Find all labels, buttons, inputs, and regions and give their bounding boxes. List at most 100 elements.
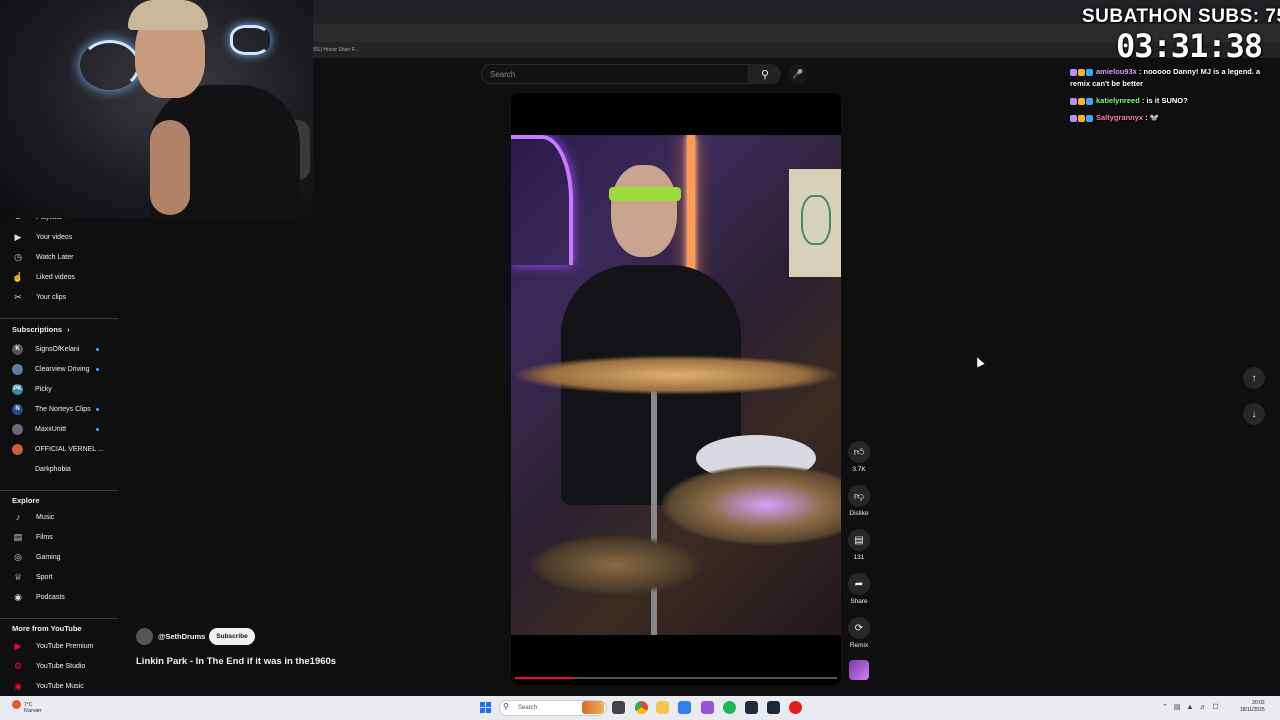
subscribe-button[interactable]: Subscribe	[209, 628, 255, 645]
dislike-button[interactable]: 👎︎ Dislike	[844, 485, 874, 517]
subscription-item[interactable]: N The Norteys Clips	[0, 399, 118, 419]
thumbs-up-icon: ☝	[12, 271, 24, 282]
dislike-label: Dislike	[849, 510, 869, 517]
scissors-icon: ✂	[14, 291, 22, 302]
chat-badge-icon	[1086, 97, 1093, 105]
weather-icon[interactable]	[12, 700, 21, 709]
subscriptions-heading-label: Subscriptions	[12, 325, 63, 334]
video-frame	[511, 135, 841, 635]
like-button[interactable]: 👍︎ 3.7K	[844, 441, 874, 473]
chat-badge-icon	[1078, 97, 1085, 105]
file-explorer-icon[interactable]	[656, 701, 669, 714]
channel-name[interactable]: @SethDrums	[158, 632, 205, 641]
magnifier-icon: ⚲	[503, 702, 509, 711]
new-content-dot	[96, 347, 99, 351]
ride-cymbal	[661, 465, 841, 545]
youtube-music-icon: ◉	[14, 680, 22, 691]
previous-short-button[interactable]: ↑	[1243, 367, 1265, 389]
shorts-video-player[interactable]	[511, 93, 841, 685]
subscription-name: SignsOfKelani	[35, 345, 80, 353]
channel-avatar: N	[12, 403, 23, 415]
system-tray[interactable]: ⌃▤▲♬☐	[1162, 703, 1225, 711]
sidebar-item-label: YouTube Premium	[36, 642, 94, 650]
bookmark-item[interactable]: 301) Honor Short F...	[312, 47, 358, 53]
task-view-icon[interactable]	[612, 701, 625, 714]
chat-badge-icon	[1086, 114, 1093, 122]
channel-avatar	[12, 363, 23, 375]
subscription-item[interactable]: Clearview Driving	[0, 359, 118, 379]
sound-thumbnail[interactable]	[849, 660, 869, 680]
chrome-icon[interactable]	[635, 701, 648, 714]
sidebar-item-your-clips[interactable]: ✂ Your clips	[0, 287, 118, 307]
neon-sign	[80, 40, 140, 90]
sidebar-item-podcasts[interactable]: ◉ Podcasts	[0, 587, 118, 607]
new-content-dot	[96, 427, 99, 431]
sidebar-item-youtube-music[interactable]: ◉ YouTube Music	[0, 676, 118, 696]
drummer-headband	[609, 187, 681, 201]
steam-icon[interactable]	[767, 701, 780, 714]
channel-avatar: PK	[12, 383, 23, 395]
voice-search-button[interactable]: 🎤	[788, 64, 808, 84]
recording-app-icon[interactable]	[789, 701, 802, 714]
share-button[interactable]: ➦ Share	[844, 573, 874, 605]
sidebar-item-youtube-premium[interactable]: ▶ YouTube Premium	[0, 636, 118, 656]
subscriptions-heading[interactable]: Subscriptions ›	[12, 325, 70, 334]
clock-date: 18/11/2025	[1240, 707, 1265, 713]
chat-badge-icon	[1070, 114, 1077, 122]
sidebar-item-label: Sport	[36, 573, 53, 581]
search-highlight-icon[interactable]	[582, 701, 604, 714]
channel-avatar[interactable]	[136, 628, 153, 645]
weather-description: Klarvær	[24, 708, 42, 714]
new-content-dot	[96, 367, 99, 371]
taskbar-clock[interactable]: 20:02 18/11/2025	[1240, 700, 1265, 714]
sidebar-item-label: Your clips	[36, 293, 67, 301]
sidebar-item-youtube-studio[interactable]: ⚙ YouTube Studio	[0, 656, 118, 676]
weather-widget[interactable]: 7°C Klarvær	[24, 702, 42, 714]
chevron-right-icon: ›	[67, 325, 70, 334]
spotify-icon[interactable]	[723, 701, 736, 714]
subscription-item[interactable]: Darkphobia	[0, 459, 118, 479]
cymbal-stand	[651, 375, 657, 635]
chat-badge-icon	[1070, 97, 1077, 105]
comments-button[interactable]: ▤ 131	[844, 529, 874, 561]
subscription-item[interactable]: K SignsOfKelani	[0, 339, 118, 359]
app-icon[interactable]	[701, 701, 714, 714]
terminal-icon[interactable]	[745, 701, 758, 714]
search-input[interactable]: Search	[481, 64, 749, 84]
edge-icon[interactable]	[678, 701, 691, 714]
windows-start-icon[interactable]	[480, 702, 491, 713]
subathon-counter: SUBATHON SUBS: 75	[1082, 6, 1280, 27]
sidebar-item-watch-later[interactable]: ◷ Watch Later	[0, 247, 118, 267]
next-short-button[interactable]: ↓	[1243, 403, 1265, 425]
sidebar-item-music[interactable]: ♪ Music	[0, 507, 118, 527]
subscription-item[interactable]: MaxxUnitt	[0, 419, 118, 439]
channel-avatar	[12, 423, 23, 435]
arrow-down-icon: ↓	[1251, 408, 1257, 420]
sidebar-item-gaming[interactable]: ◎ Gaming	[0, 547, 118, 567]
subscription-item[interactable]: OFFICIAL VERNEL ...	[0, 439, 118, 459]
drummer-head	[611, 165, 677, 257]
sidebar-item-label: Films	[36, 533, 53, 541]
explore-heading: Explore	[12, 496, 40, 505]
sidebar-item-films[interactable]: ▤ Films	[0, 527, 118, 547]
sidebar-item-sport[interactable]: ♕ Sport	[0, 567, 118, 587]
video-progress-bar[interactable]	[515, 677, 837, 679]
short-title[interactable]: Linkin Park - In The End if it was in th…	[136, 656, 336, 667]
channel-avatar	[12, 443, 23, 455]
sidebar-item-liked-videos[interactable]: ☝ Liked videos	[0, 267, 118, 287]
remix-button[interactable]: ⟳ Remix	[844, 617, 874, 649]
youtube-premium-icon: ▶	[14, 640, 22, 651]
chat-username: Saltygrannyx	[1096, 113, 1144, 122]
sidebar-divider	[0, 618, 118, 619]
subscription-item[interactable]: PK Picky	[0, 379, 118, 399]
chat-badge-icon	[1086, 68, 1093, 76]
streamer-arm	[150, 120, 190, 215]
sidebar-item-your-videos[interactable]: ▶ Your videos	[0, 227, 118, 247]
subscription-name: The Norteys Clips	[35, 405, 91, 413]
subathon-timer: 03:31:38	[1116, 27, 1263, 65]
subscription-name: Clearview Driving	[35, 365, 90, 373]
channel-avatar: K	[12, 343, 23, 355]
music-note-icon: ♪	[15, 512, 21, 522]
poster-drawing	[801, 195, 831, 245]
search-button[interactable]: ⚲	[749, 64, 781, 84]
